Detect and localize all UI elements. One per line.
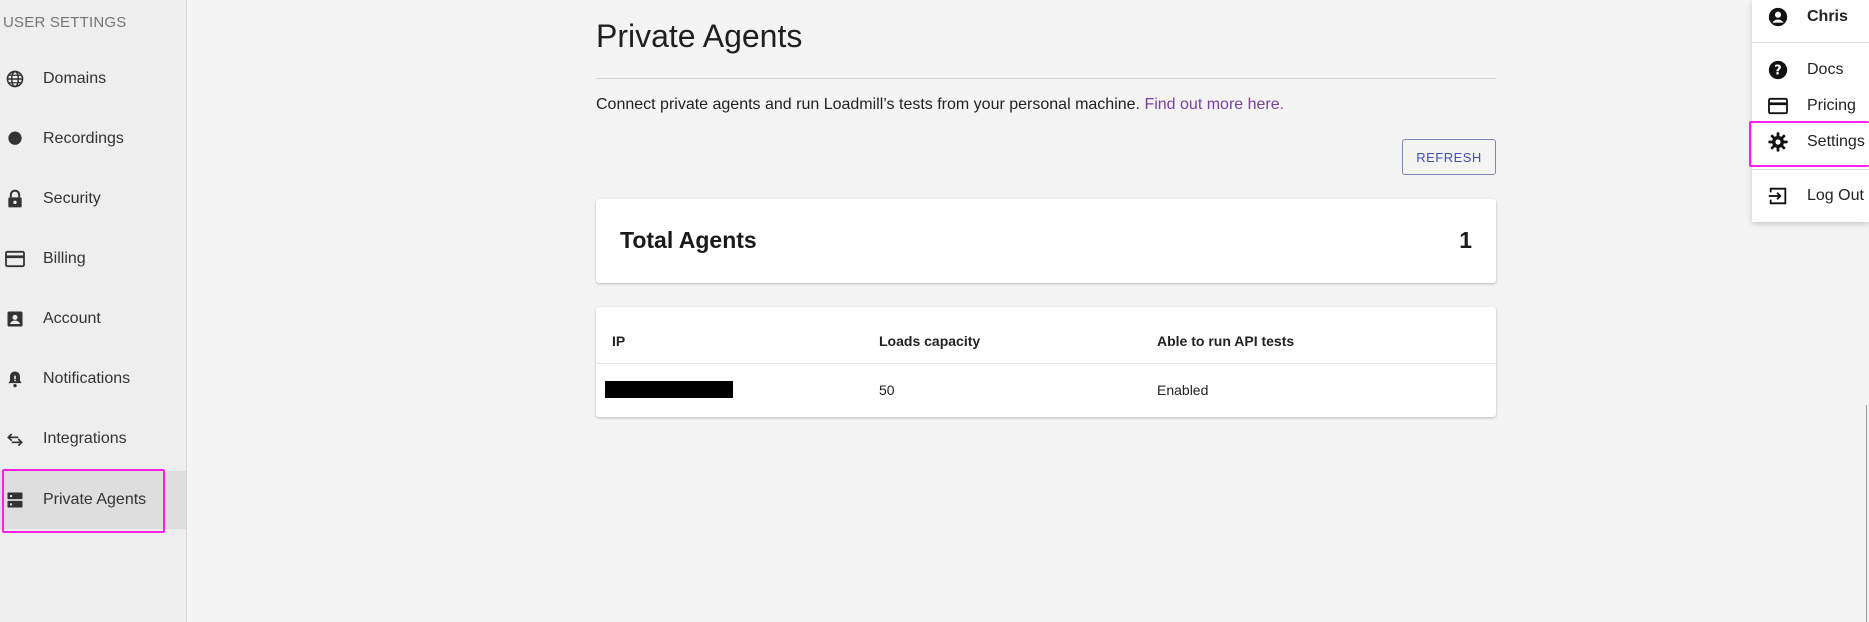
description-text: Connect private agents and run Loadmill’… <box>596 96 1140 113</box>
cell-loads-capacity: 50 <box>879 382 895 398</box>
sidebar-item-label: Account <box>43 310 101 327</box>
menu-item-label: Docs <box>1807 61 1844 78</box>
credit-card-icon <box>1766 94 1790 118</box>
menu-divider <box>1752 42 1869 43</box>
menu-item-label: Log Out <box>1807 187 1864 204</box>
total-agents-card: Total Agents 1 <box>596 199 1496 283</box>
title-divider <box>596 78 1496 79</box>
swap-arrows-icon <box>4 428 26 450</box>
scrollbar-edge[interactable] <box>1866 405 1867 622</box>
sidebar-item-notifications[interactable]: Notifications <box>0 351 186 407</box>
header-divider <box>596 363 1496 364</box>
menu-item-pricing[interactable]: Pricing <box>1752 89 1869 123</box>
column-header-ip: IP <box>612 333 626 349</box>
user-menu: Chris ? Docs Pricing Settings Log Out <box>1752 0 1869 222</box>
svg-text:?: ? <box>1774 64 1781 79</box>
sidebar-item-account[interactable]: Account <box>0 291 186 347</box>
sidebar-item-private-agents[interactable]: Private Agents <box>0 471 186 529</box>
menu-user-name: Chris <box>1752 0 1869 34</box>
sidebar-item-label: Domains <box>43 70 107 87</box>
help-circle-icon: ? <box>1766 58 1790 82</box>
server-icon <box>4 489 26 511</box>
sidebar-item-label: Integrations <box>43 430 127 447</box>
column-header-api-tests: Able to run API tests <box>1157 333 1295 349</box>
total-agents-label: Total Agents <box>620 227 757 253</box>
agents-table: IP Loads capacity Able to run API tests … <box>596 307 1496 417</box>
gear-icon <box>1766 130 1790 154</box>
sidebar-item-security[interactable]: Security <box>0 171 186 227</box>
sidebar-item-label: Notifications <box>43 370 131 387</box>
credit-card-icon <box>4 248 26 270</box>
account-circle-icon <box>1766 5 1790 29</box>
sidebar-item-label: Security <box>43 190 101 207</box>
redacted-ip <box>605 381 733 398</box>
sidebar-item-integrations[interactable]: Integrations <box>0 411 186 467</box>
page-title: Private Agents <box>596 18 803 54</box>
sidebar-item-label: Recordings <box>43 130 124 147</box>
menu-item-label: Settings <box>1807 133 1865 150</box>
sidebar-item-label: Billing <box>43 250 86 267</box>
menu-item-docs[interactable]: ? Docs <box>1752 53 1869 87</box>
user-name: Chris <box>1807 8 1848 25</box>
sidebar-item-billing[interactable]: Billing <box>0 231 186 287</box>
account-box-icon <box>4 308 26 330</box>
bell-icon <box>4 368 26 390</box>
sidebar-title: USER SETTINGS <box>3 14 127 31</box>
find-out-more-link[interactable]: Find out more here. <box>1144 96 1284 113</box>
page-description: Connect private agents and run Loadmill’… <box>596 96 1284 114</box>
menu-item-settings[interactable]: Settings <box>1752 125 1869 159</box>
column-header-loads-capacity: Loads capacity <box>879 333 981 349</box>
record-icon <box>4 128 26 150</box>
refresh-button[interactable]: REFRESH <box>1402 139 1496 175</box>
sidebar-item-label: Private Agents <box>43 491 147 508</box>
sidebar-item-recordings[interactable]: Recordings <box>0 111 186 167</box>
logout-icon <box>1766 184 1790 208</box>
settings-sidebar: USER SETTINGS Domains Recordings Securit… <box>0 0 187 622</box>
menu-item-label: Pricing <box>1807 97 1856 114</box>
total-agents-count: 1 <box>1459 227 1472 253</box>
menu-divider <box>1752 169 1869 170</box>
sidebar-item-domains[interactable]: Domains <box>0 51 186 107</box>
menu-item-logout[interactable]: Log Out <box>1752 179 1869 213</box>
cell-api-tests: Enabled <box>1157 382 1209 398</box>
lock-icon <box>4 188 26 210</box>
globe-icon <box>4 68 26 90</box>
